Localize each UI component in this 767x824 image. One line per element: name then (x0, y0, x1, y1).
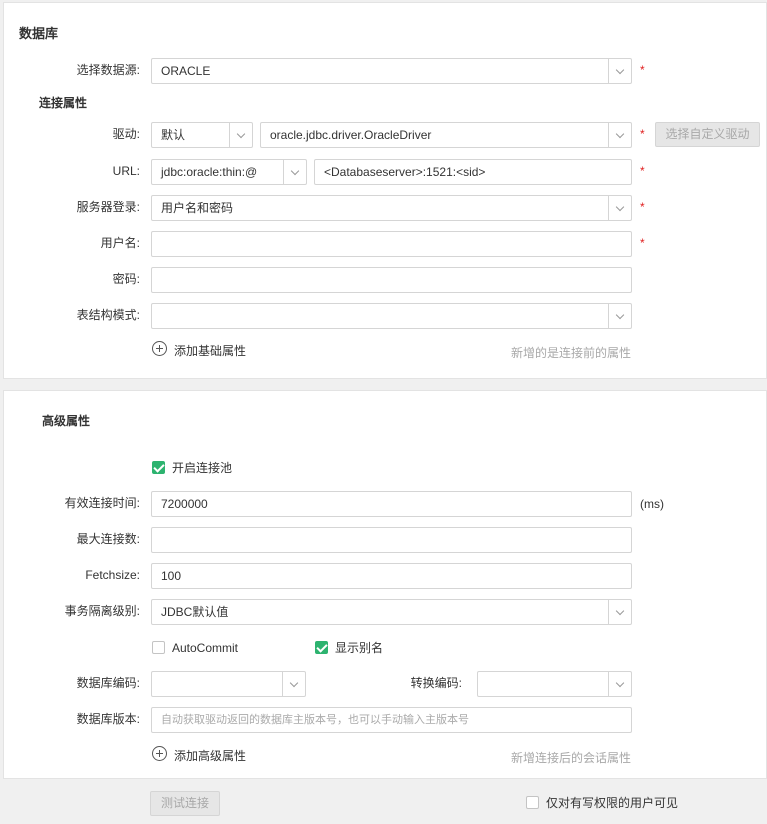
chevron-down-icon[interactable] (608, 123, 631, 147)
convert-encoding-label: 转换编码: (410, 676, 462, 690)
db-encoding-label: 数据库编码: (76, 676, 140, 690)
chevron-down-icon[interactable] (283, 160, 306, 184)
schema-label: 表结构模式: (76, 308, 140, 322)
advanced-title: 高级属性 (42, 414, 91, 428)
show-alias-label: 显示别名 (335, 641, 384, 655)
chevron-down-icon[interactable] (229, 123, 252, 147)
username-input[interactable] (151, 231, 632, 257)
isolation-label: 事务隔离级别: (64, 604, 140, 618)
required-mark: * (640, 63, 645, 77)
database-title: 数据库 (19, 26, 59, 41)
datasource-label: 选择数据源: (76, 63, 140, 77)
add-circle-icon[interactable] (152, 341, 167, 356)
advanced-panel: 高级属性 开启连接池 有效连接时间: 7200000 (ms) 最大连接数: F… (3, 390, 767, 779)
db-version-label: 数据库版本: (76, 712, 140, 726)
autocommit-checkbox[interactable] (152, 641, 165, 654)
max-conn-input[interactable] (151, 527, 632, 553)
password-input[interactable] (151, 267, 632, 293)
chevron-down-icon[interactable] (608, 672, 631, 696)
write-only-checkbox[interactable] (526, 796, 539, 809)
db-version-placeholder: 自动获取驱动返回的数据库主版本号，也可以手动输入主版本号 (161, 714, 469, 726)
autocommit-label: AutoCommit (172, 641, 239, 655)
valid-time-label: 有效连接时间: (64, 496, 140, 510)
url-label: URL: (112, 164, 140, 178)
schema-select[interactable] (151, 303, 632, 329)
advanced-property-hint: 新增连接后的会话属性 (511, 751, 632, 765)
url-value: <Databaseserver>:1521:<sid> (324, 165, 486, 179)
show-alias-checkbox[interactable] (315, 641, 328, 654)
datasource-select[interactable]: ORACLE (151, 58, 632, 84)
isolation-value: JDBC默认值 (161, 605, 229, 619)
driver-label: 驱动: (112, 127, 140, 141)
required-mark: * (640, 164, 645, 178)
server-login-select[interactable]: 用户名和密码 (151, 195, 632, 221)
write-only-label: 仅对有写权限的用户可见 (546, 796, 679, 810)
convert-encoding-select[interactable] (477, 671, 632, 697)
database-panel: 数据库 选择数据源: ORACLE * 连接属性 驱动: 默认 oracle.j… (3, 2, 767, 379)
chevron-down-icon[interactable] (282, 672, 305, 696)
driver-mode-select[interactable]: 默认 (151, 122, 253, 148)
add-circle-icon[interactable] (152, 746, 167, 761)
driver-class-value: oracle.jdbc.driver.OracleDriver (270, 128, 432, 142)
custom-driver-button[interactable]: 选择自定义驱动 (655, 122, 760, 147)
chevron-down-icon[interactable] (608, 304, 631, 328)
driver-mode-value: 默认 (161, 128, 186, 142)
required-mark: * (640, 200, 645, 214)
connection-title: 连接属性 (39, 96, 88, 110)
valid-time-unit: (ms) (640, 497, 664, 511)
enable-pool-checkbox[interactable] (152, 461, 165, 474)
fetchsize-value: 100 (161, 569, 182, 583)
username-label: 用户名: (100, 236, 140, 250)
server-login-value: 用户名和密码 (161, 201, 234, 215)
chevron-down-icon[interactable] (608, 600, 631, 624)
url-prefix-select[interactable]: jdbc:oracle:thin:@ (151, 159, 307, 185)
enable-pool-label: 开启连接池 (172, 461, 233, 475)
required-mark: * (640, 127, 645, 141)
test-connection-button[interactable]: 测试连接 (150, 791, 220, 816)
chevron-down-icon[interactable] (608, 196, 631, 220)
add-basic-property-button[interactable]: 添加基础属性 (174, 342, 246, 359)
server-login-label: 服务器登录: (76, 200, 140, 214)
driver-class-select[interactable]: oracle.jdbc.driver.OracleDriver (260, 122, 632, 148)
url-prefix-value: jdbc:oracle:thin:@ (161, 165, 258, 179)
chevron-down-icon[interactable] (608, 59, 631, 83)
db-version-input[interactable]: 自动获取驱动返回的数据库主版本号，也可以手动输入主版本号 (151, 707, 632, 733)
max-conn-label: 最大连接数: (76, 532, 140, 546)
valid-time-input[interactable]: 7200000 (151, 491, 632, 517)
fetchsize-input[interactable]: 100 (151, 563, 632, 589)
valid-time-value: 7200000 (161, 497, 208, 511)
fetchsize-label: Fetchsize: (85, 568, 140, 582)
db-encoding-select[interactable] (151, 671, 306, 697)
datasource-value: ORACLE (161, 64, 211, 78)
required-mark: * (640, 236, 645, 250)
isolation-select[interactable]: JDBC默认值 (151, 599, 632, 625)
password-label: 密码: (112, 272, 140, 286)
basic-property-hint: 新增的是连接前的属性 (511, 346, 632, 360)
add-advanced-property-button[interactable]: 添加高级属性 (174, 747, 246, 764)
url-input[interactable]: <Databaseserver>:1521:<sid> (314, 159, 632, 185)
